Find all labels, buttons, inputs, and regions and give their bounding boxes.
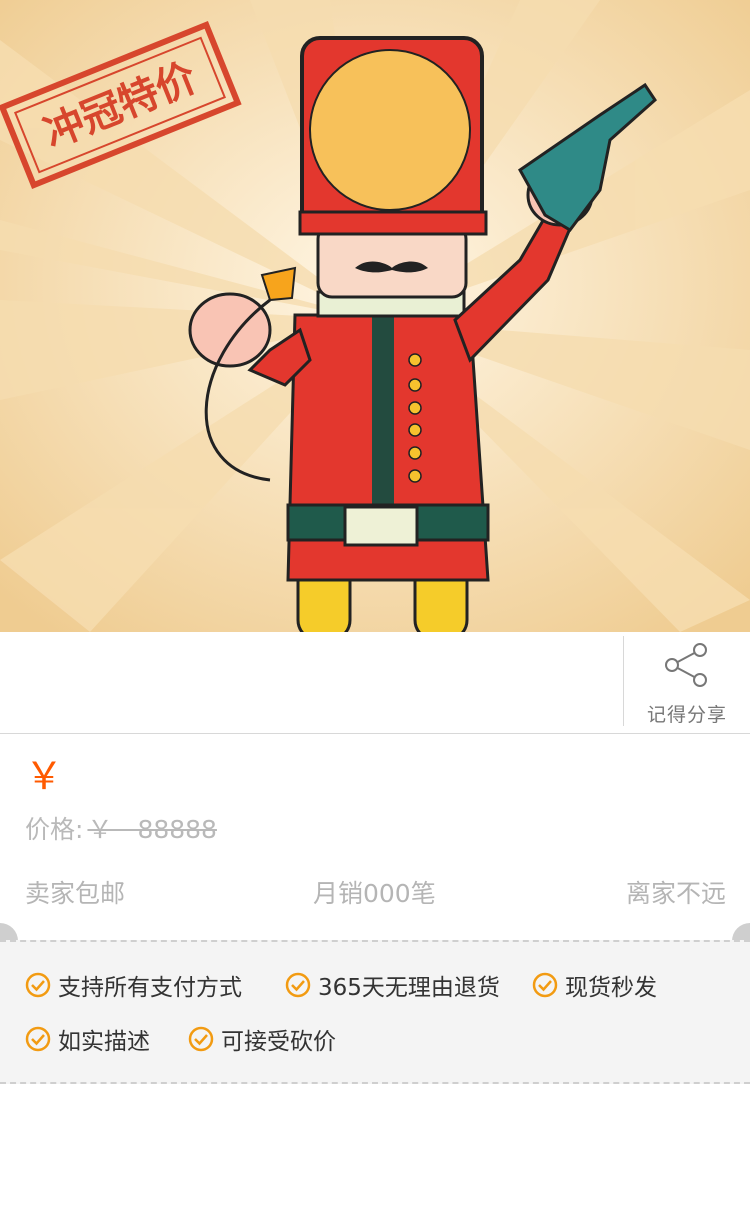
original-price-label: 价格: [25,815,84,844]
monthly-sales: 月销000笔 [313,879,436,908]
check-circle-icon [25,1026,51,1052]
distance-info: 离家不远 [625,879,726,908]
current-price: ￥ [25,754,64,798]
shipping-info: 卖家包邮 [25,879,126,908]
price-section: ￥ 价格: ￥ 88888 卖家包邮 月销000笔 离家不远 [0,734,750,940]
original-price-value: ￥ 88888 [87,815,217,844]
share-icon [665,643,707,687]
guarantee-item: 365天无理由退货 [285,968,500,1002]
share-button[interactable]: 记得分享 [623,636,750,726]
check-circle-icon [285,972,311,998]
guarantee-item: 如实描述 [25,1022,150,1056]
guarantee-item: 可接受砍价 [188,1022,336,1056]
product-title-bar: 记得分享 [0,632,750,734]
original-price-row: 价格: ￥ 88888 [25,810,217,846]
guarantee-label: 可接受砍价 [221,1029,336,1055]
product-hero-image: 冲冠特价 [0,0,750,632]
check-circle-icon [25,972,51,998]
guarantee-item: 现货秒发 [532,968,657,1002]
guarantee-label: 365天无理由退货 [318,975,500,1001]
guarantee-label: 支持所有支付方式 [58,975,242,1001]
guarantee-label: 现货秒发 [565,975,657,1001]
check-circle-icon [532,972,558,998]
guarantee-label: 如实描述 [58,1029,150,1055]
check-circle-icon [188,1026,214,1052]
share-label: 记得分享 [646,704,727,726]
guarantee-panel: 支持所有支付方式 365天无理由退货 现货秒发 如实描述 可接受砍价 [0,940,750,1084]
guarantee-item: 支持所有支付方式 [25,968,242,1002]
guard-illustration: 冲冠特价 [0,0,750,632]
